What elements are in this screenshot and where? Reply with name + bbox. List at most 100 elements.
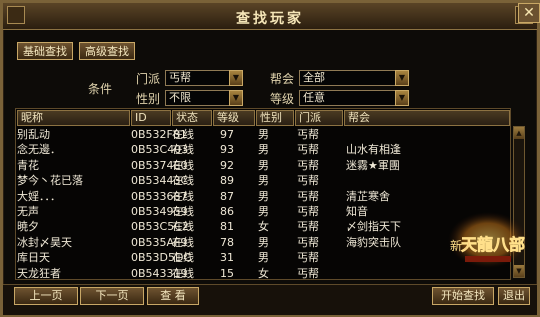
cell-name: 青花 — [17, 158, 39, 172]
cell-status: 在线 — [172, 143, 194, 157]
cell-level: 86 — [220, 204, 234, 218]
sect-label: 门派 — [136, 72, 161, 86]
cell-level: 78 — [220, 235, 234, 249]
cell-name: 库日天 — [17, 251, 50, 265]
logo-text: 天龍八部 — [461, 235, 525, 254]
cell-level: 97 — [220, 128, 234, 141]
cell-level: 81 — [220, 220, 234, 234]
col-header-sect[interactable]: 门派 — [295, 110, 343, 126]
cell-sect: 丐帮 — [297, 266, 319, 280]
cell-level: 15 — [220, 266, 234, 280]
col-header-level[interactable]: 等级 — [213, 110, 255, 126]
cell-sect: 丐帮 — [297, 174, 319, 188]
cell-level: 89 — [220, 174, 234, 188]
table-row[interactable]: 暁夕 0B53C5C2 在线 81 女丐帮 〆剑指天下 — [17, 219, 512, 234]
table-row[interactable]: 梦今丶花已落 0B53443C 在线 89 男丐帮 — [17, 173, 512, 188]
cell-gender: 男 — [258, 128, 269, 141]
level-label: 等级 — [270, 92, 295, 106]
cell-status: 在线 — [172, 158, 194, 172]
cell-name: 无声 — [17, 204, 39, 218]
view-button[interactable]: 查 看 — [147, 287, 199, 305]
sect-select-value: 丐帮 — [169, 71, 191, 84]
col-header-id[interactable]: ID — [131, 110, 171, 126]
guild-label: 帮会 — [270, 72, 295, 86]
chevron-down-icon[interactable]: ▼ — [395, 90, 409, 106]
level-select[interactable]: 任意 ▼ — [299, 90, 409, 106]
cell-name: 冰封〆昊天 — [17, 235, 72, 249]
tab-advanced-search[interactable]: 高级查找 — [79, 42, 135, 60]
col-header-name[interactable]: 昵称 — [17, 110, 130, 126]
cell-status: 在线 — [172, 220, 194, 234]
window-title: 查找玩家 — [236, 11, 304, 27]
cell-gender: 男 — [258, 158, 269, 172]
exit-button[interactable]: 退出 — [498, 287, 530, 305]
cell-status: 在线 — [172, 174, 194, 188]
cell-name: 天龙狂者 — [17, 266, 61, 280]
sect-select[interactable]: 丐帮 ▼ — [165, 70, 243, 86]
table-row[interactable]: 冰封〆昊天 0B535AF9 在线 78 男丐帮 海豹突击队 — [17, 235, 512, 250]
conditions-label: 条件 — [88, 82, 113, 96]
table-row[interactable]: 大婬．．． 0B533687 在线 87 男丐帮 清芷寒舍 — [17, 189, 512, 204]
cell-sect: 丐帮 — [297, 143, 319, 157]
table-row[interactable]: 库日天 0B53D5DC 在线 31 男丐帮 — [17, 250, 512, 265]
cell-status: 在线 — [172, 235, 194, 249]
next-page-button[interactable]: 下一页 — [80, 287, 144, 305]
cell-status: 在线 — [172, 251, 194, 265]
cell-level: 87 — [220, 189, 234, 203]
cell-name: 梦今丶花已落 — [17, 174, 83, 188]
col-header-guild[interactable]: 帮会 — [344, 110, 510, 126]
chevron-down-icon[interactable]: ▼ — [229, 70, 243, 86]
cell-gender: 女 — [258, 220, 269, 234]
table-row[interactable]: 天龙狂者 0B543319 在线 15 女丐帮 — [17, 266, 512, 281]
cell-name: 大婬．．． — [17, 189, 61, 203]
prev-page-button[interactable]: 上一页 — [14, 287, 78, 305]
table-row[interactable]: 念无邊． 0B53C403 在线 93 男丐帮 山水有相逢 — [17, 142, 512, 157]
close-icon: ✕ — [523, 5, 535, 21]
guild-select-value: 全部 — [303, 71, 325, 84]
gender-select-value: 不限 — [169, 91, 191, 104]
cell-sect: 丐帮 — [297, 128, 319, 141]
tab-basic-search[interactable]: 基础查找 — [17, 42, 73, 60]
cell-status: 在线 — [172, 266, 194, 280]
scroll-up-icon[interactable]: ▲ — [514, 127, 524, 139]
cell-guild: 〆剑指天下 — [346, 220, 401, 234]
cell-gender: 男 — [258, 189, 269, 203]
cell-guild: 山水有相逢 — [346, 143, 401, 157]
cell-gender: 男 — [258, 174, 269, 188]
cell-gender: 男 — [258, 143, 269, 157]
cell-sect: 丐帮 — [297, 158, 319, 172]
gender-select[interactable]: 不限 ▼ — [165, 90, 243, 106]
player-rows: 别乱动 0B532F81 在线 97 男丐帮 念无邊． 0B53C403 在线 93 男丐帮 山水有… — [17, 127, 512, 281]
guild-select[interactable]: 全部 ▼ — [299, 70, 409, 86]
cell-guild: 知音 — [346, 204, 368, 218]
table-row[interactable]: 青花 0B5374E0 在线 92 男丐帮 迷霧★軍團 — [17, 158, 512, 173]
cell-name: 别乱动 — [17, 128, 50, 141]
cell-level: 93 — [220, 143, 234, 157]
col-header-gender[interactable]: 性别 — [256, 110, 294, 126]
cell-sect: 丐帮 — [297, 204, 319, 218]
col-header-status[interactable]: 状态 — [172, 110, 212, 126]
table-row[interactable]: 无声 0B534959 在线 86 男丐帮 知音 — [17, 204, 512, 219]
cell-guild: 清芷寒舍 — [346, 189, 390, 203]
cell-guild: 迷霧★軍團 — [346, 158, 400, 172]
cell-gender: 男 — [258, 204, 269, 218]
cell-status: 在线 — [172, 128, 194, 141]
cell-name: 念无邊． — [17, 143, 61, 157]
cell-status: 在线 — [172, 204, 194, 218]
start-search-button[interactable]: 开始查找 — [432, 287, 494, 305]
cell-sect: 丐帮 — [297, 235, 319, 249]
cell-gender: 男 — [258, 235, 269, 249]
cell-gender: 女 — [258, 266, 269, 280]
cell-sect: 丐帮 — [297, 220, 319, 234]
chevron-down-icon[interactable]: ▼ — [229, 90, 243, 106]
level-select-value: 任意 — [303, 91, 325, 104]
title-bar[interactable]: 查找玩家 — [3, 3, 537, 30]
cell-level: 31 — [220, 251, 234, 265]
game-logo: 新 天龍八部 — [448, 212, 528, 268]
cell-gender: 男 — [258, 251, 269, 265]
close-button[interactable]: ✕ — [518, 3, 540, 23]
gender-label: 性别 — [136, 92, 161, 106]
chevron-down-icon[interactable]: ▼ — [395, 70, 409, 86]
cell-name: 暁夕 — [17, 220, 39, 234]
table-row[interactable]: 别乱动 0B532F81 在线 97 男丐帮 — [17, 127, 512, 142]
